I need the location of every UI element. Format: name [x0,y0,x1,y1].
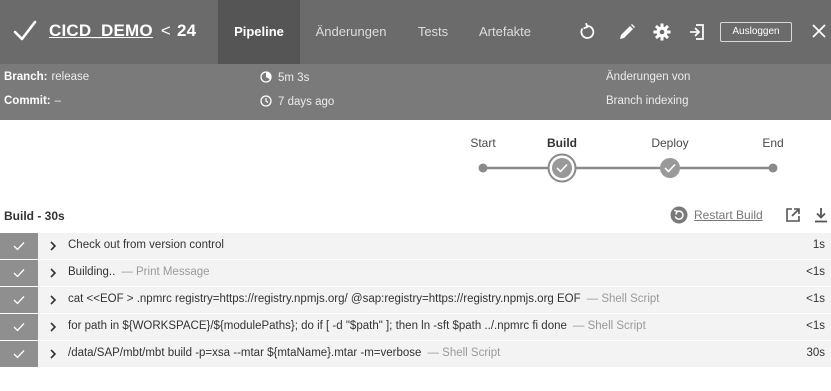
restart-build-button[interactable]: Restart Build [670,204,763,226]
changes-detail: Änderungen von [606,71,691,83]
chevron-right-icon[interactable] [47,240,59,252]
restart-icon [670,206,688,224]
clock-icon [260,95,272,107]
step-row[interactable]: Building.. — Print Message <1s [0,260,831,286]
step-text: /data/SAP/mbt/mbt build -p=xsa --mtar ${… [68,347,500,359]
check-icon [13,323,25,332]
pipeline-graph: Start Build Deploy End [0,120,831,200]
duration-value: 5m 3s [278,72,310,84]
check-icon [13,269,25,278]
edit-icon[interactable] [617,22,637,42]
step-success-status [0,287,38,313]
run-details: Branch: release Commit: – 5m 3s 7 days ago… [0,64,831,120]
step-text: Building.. — Print Message [68,266,210,278]
top-header: CICD_DEMO <24 Pipeline Änderungen Tests A… [0,0,831,64]
rerun-icon[interactable] [577,22,597,42]
tab-artifacts[interactable]: Artefakte [464,0,546,64]
run-title: CICD_DEMO <24 [49,21,196,41]
step-type: — Print Message [121,266,210,278]
step-success-status [0,260,38,286]
open-classic-icon[interactable] [687,22,707,42]
step-command: for path in ${WORKSPACE}/${modulePaths};… [68,320,567,332]
branch-detail: Branch: release [4,71,89,83]
restart-build-label: Restart Build [694,208,763,222]
run-number: 24 [176,21,197,40]
step-text: for path in ${WORKSPACE}/${modulePaths};… [68,320,646,332]
step-success-status [0,233,38,259]
commit-label: Commit: [4,95,51,107]
chevron-right-icon[interactable] [47,294,59,306]
tab-tests[interactable]: Tests [402,0,464,64]
download-icon[interactable] [812,206,830,224]
step-duration: <1s [806,320,825,332]
nav-tabs: Pipeline Änderungen Tests Artefakte [218,0,546,64]
step-duration: <1s [806,293,825,305]
open-in-new-icon[interactable] [784,206,802,224]
build-header: Build - 30s Restart Build [0,200,831,230]
cause-detail: Branch indexing [606,95,689,107]
check-icon [13,242,25,251]
chevron-right-icon[interactable] [47,321,59,333]
branch-label: Branch: [4,71,48,83]
commit-detail: Commit: – [4,95,61,107]
step-command: Check out from version control [68,239,224,251]
check-icon [13,350,25,359]
duration-detail: 5m 3s [260,71,309,84]
gear-icon[interactable] [652,22,672,42]
step-command: /data/SAP/mbt/mbt build -p=xsa --mtar ${… [68,347,422,359]
step-duration: <1s [806,266,825,278]
step-row[interactable]: cat <<EOF > .npmrc registry=https://regi… [0,287,831,313]
tab-pipeline[interactable]: Pipeline [218,0,300,64]
branch-value: release [51,71,90,83]
step-row[interactable]: Check out from version control 1s [0,233,831,259]
time-ago-value: 7 days ago [278,96,335,108]
duration-icon [260,71,272,83]
step-text: cat <<EOF > .npmrc registry=https://regi… [68,293,660,305]
close-icon[interactable] [809,21,829,41]
step-row[interactable]: /data/SAP/mbt/mbt build -p=xsa --mtar ${… [0,341,831,367]
step-command: cat <<EOF > .npmrc registry=https://regi… [68,293,581,305]
end-node [768,163,778,173]
pipeline-connectors [478,153,778,183]
check-icon [13,296,25,305]
step-type: — Shell Script [427,347,501,359]
step-type: — Shell Script [586,293,660,305]
build-node-success-icon[interactable] [547,153,577,183]
logout-button[interactable]: Ausloggen [720,22,792,42]
step-type: — Shell Script [572,320,646,332]
check-icon [13,20,37,41]
commit-value: – [54,95,62,107]
time-detail: 7 days ago [260,95,334,108]
step-success-status [0,341,38,367]
chevron-right-icon[interactable] [47,348,59,360]
step-duration: 30s [806,347,825,359]
chevron-right-icon[interactable] [47,267,59,279]
step-success-status [0,314,38,340]
step-command: Building.. [68,266,116,278]
step-text: Check out from version control [68,239,230,251]
deploy-node-success-icon[interactable] [660,158,680,178]
step-duration: 1s [812,239,825,251]
tab-changes[interactable]: Änderungen [300,0,402,64]
run-name-link[interactable]: CICD_DEMO [49,21,153,40]
step-row[interactable]: for path in ${WORKSPACE}/${modulePaths};… [0,314,831,340]
build-title: Build - 30s [4,209,65,223]
start-node [478,163,488,173]
run-separator: < [160,21,171,40]
step-list: Check out from version control 1s Buildi… [0,233,831,368]
